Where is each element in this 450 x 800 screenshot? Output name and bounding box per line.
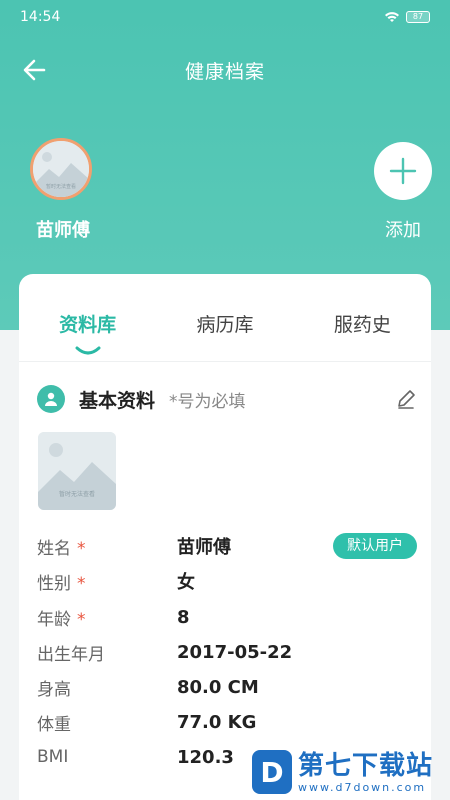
tab-medication-history[interactable]: 服药史 [294, 298, 431, 337]
field-label: 姓名 * [37, 538, 86, 559]
svg-text:暂时无法查看: 暂时无法查看 [46, 183, 76, 190]
field-name: 姓名 * 苗师傅 默认用户 [37, 531, 417, 561]
svg-text:暂时无法查看: 暂时无法查看 [59, 490, 95, 498]
field-label: 年龄 * [37, 609, 86, 630]
wifi-icon [385, 12, 399, 22]
profile-name[interactable]: 苗师傅 [28, 216, 98, 242]
tab-data-library[interactable]: 资料库 [19, 298, 156, 355]
avatar[interactable]: 暂时无法查看 [30, 138, 92, 200]
field-age: 年龄 * 8 [37, 602, 417, 632]
status-time: 14:54 [20, 9, 61, 25]
user-icon [37, 385, 65, 413]
add-profile-button[interactable] [374, 142, 432, 200]
tab-active-indicator [75, 346, 101, 355]
battery-icon: 87 [406, 11, 430, 23]
field-label: 性别 * [37, 573, 86, 594]
section-title: 基本资料 [79, 389, 156, 412]
image-placeholder-icon: 暂时无法查看 [38, 432, 116, 510]
field-weight: 体重 77.0 KG [37, 707, 417, 737]
field-birth-date: 出生年月 2017-05-22 [37, 637, 417, 667]
field-gender: 性别 * 女 [37, 566, 417, 596]
watermark-title: 第七下载站 [298, 750, 434, 781]
field-label: 体重 [37, 714, 71, 735]
default-user-badge[interactable]: 默认用户 [333, 533, 417, 559]
field-label: 出生年月 [37, 644, 105, 665]
add-profile-label[interactable]: 添加 [370, 216, 436, 242]
status-bar: 14:54 87 [0, 0, 450, 34]
required-hint: *号为必填 [169, 391, 246, 412]
field-value: 女 [177, 572, 195, 593]
watermark-text: 第七下载站 www.d7down.com [298, 751, 433, 794]
field-label: 身高 [37, 679, 71, 700]
tab-medical-records[interactable]: 病历库 [156, 298, 293, 337]
edit-pencil-icon[interactable] [395, 388, 417, 410]
tab-label: 病历库 [196, 314, 254, 336]
field-value: 80.0 CM [177, 676, 259, 698]
field-value: 苗师傅 [177, 537, 231, 558]
plus-icon [389, 157, 417, 185]
page-title: 健康档案 [184, 60, 265, 83]
field-label: BMI [37, 747, 69, 767]
profile-card: 资料库 病历库 服药史 基本资料 *号为必填 暂时无法查看 姓名 * 苗师傅 默… [19, 274, 431, 800]
field-value: 120.3 [177, 746, 234, 768]
field-value: 8 [177, 606, 190, 628]
tab-bar: 资料库 病历库 服药史 [19, 274, 431, 362]
tab-label: 资料库 [59, 314, 117, 336]
back-arrow-icon[interactable] [22, 58, 48, 82]
field-height: 身高 80.0 CM [37, 672, 417, 702]
image-placeholder-icon: 暂时无法查看 [33, 141, 89, 197]
field-value: 2017-05-22 [177, 641, 293, 663]
status-icons: 87 [384, 11, 430, 23]
field-value: 77.0 KG [177, 711, 257, 733]
watermark-url: www.d7down.com [298, 780, 427, 794]
site-watermark: D 第七下载站 www.d7down.com [252, 744, 450, 800]
tab-label: 服药史 [333, 314, 391, 336]
watermark-logo-icon: D [252, 750, 292, 794]
profile-photo[interactable]: 暂时无法查看 [38, 432, 116, 510]
basic-info-header: 基本资料 *号为必填 [37, 384, 417, 414]
header: 健康档案 [0, 50, 450, 90]
profile-switcher: 暂时无法查看 苗师傅 添加 [0, 138, 450, 248]
